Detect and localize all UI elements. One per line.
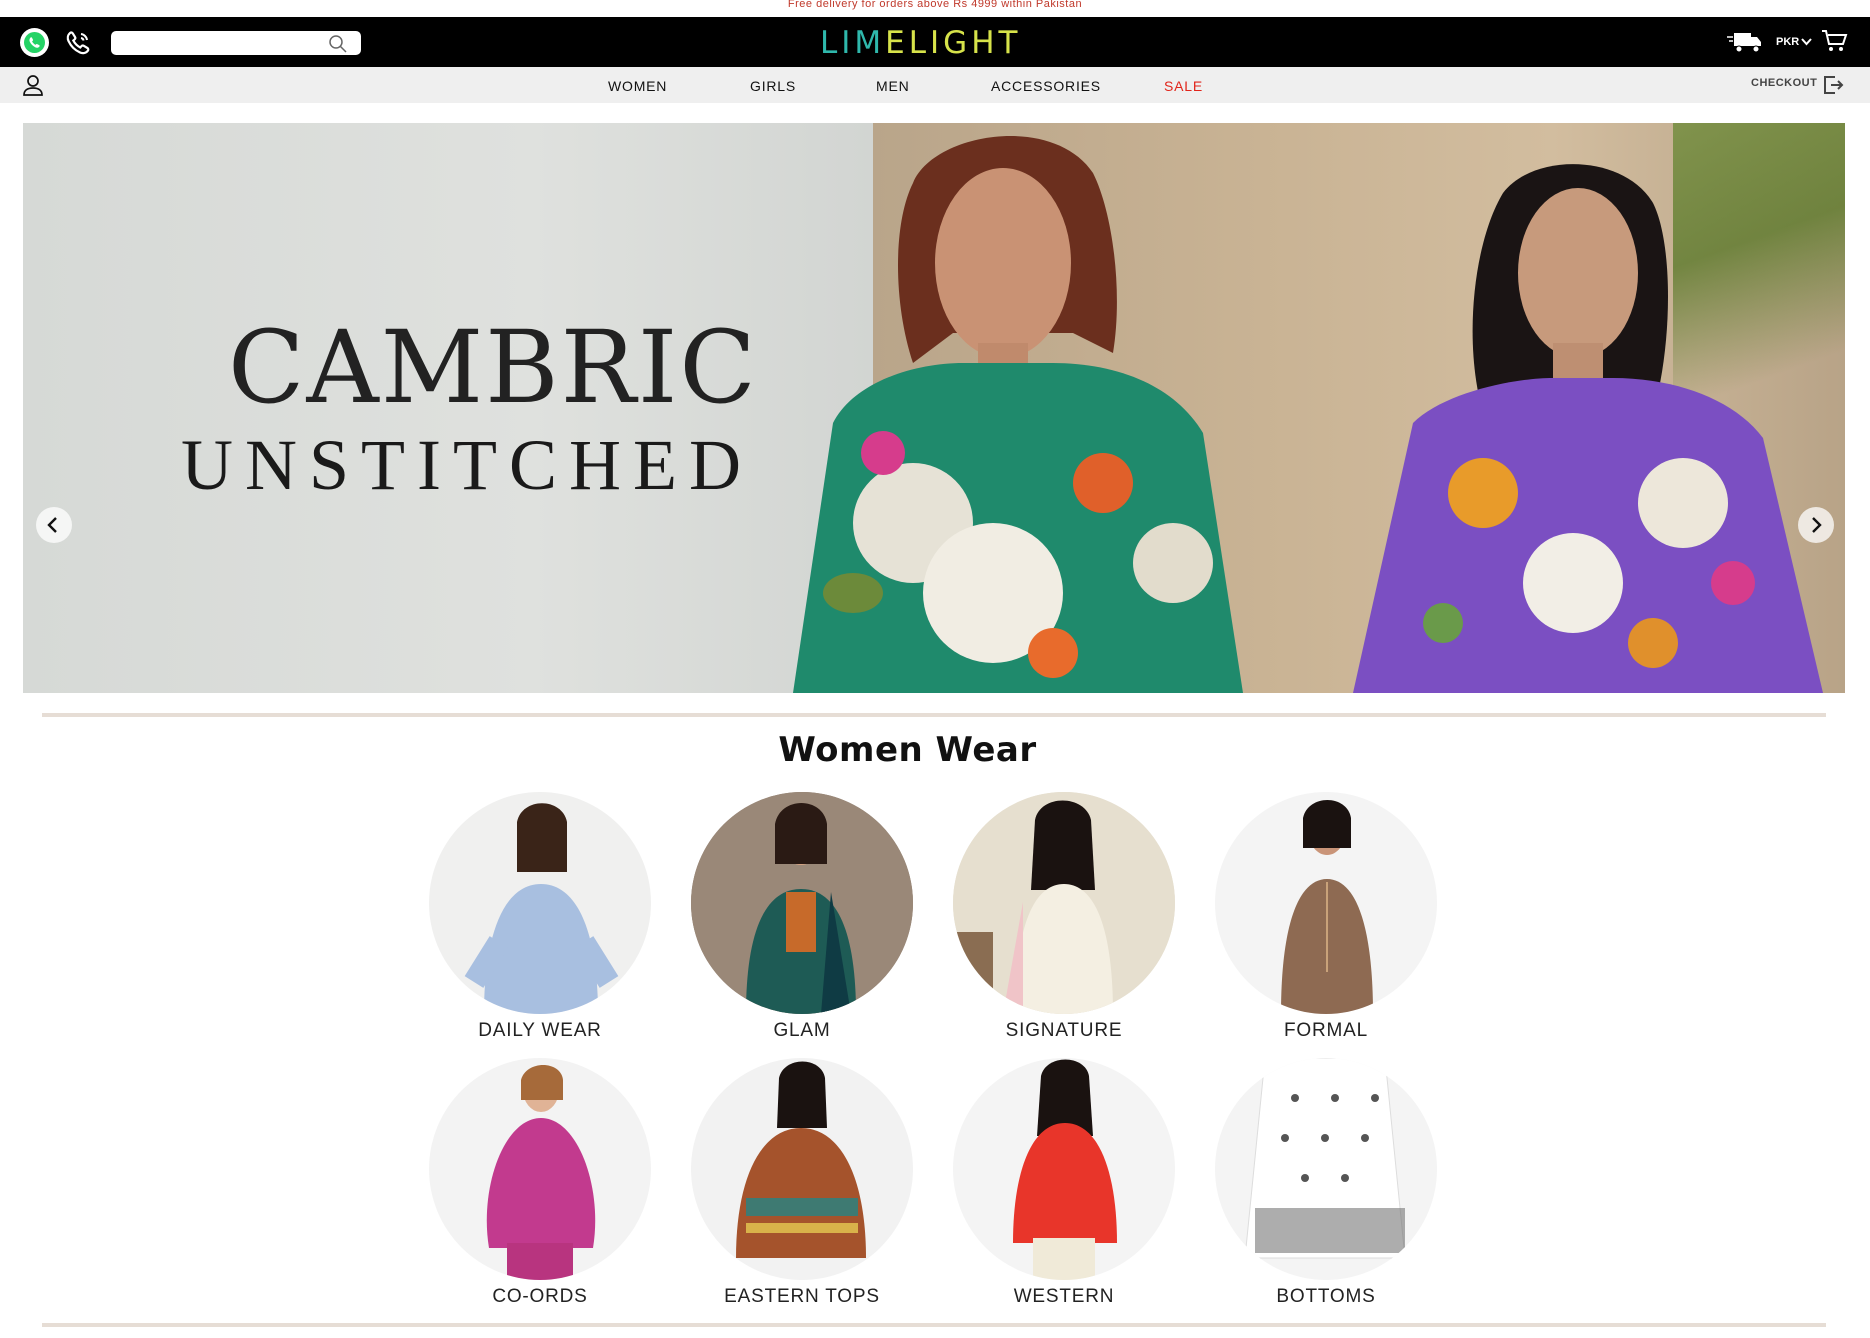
category-label: DAILY WEAR [478, 1020, 602, 1041]
search-input[interactable] [111, 31, 361, 55]
nav-women[interactable]: WOMEN [608, 67, 667, 103]
category-image [429, 792, 651, 1014]
carousel-prev-button[interactable] [36, 507, 72, 543]
nav-sale[interactable]: SALE [1164, 67, 1203, 103]
nav-accessories[interactable]: ACCESSORIES [991, 67, 1101, 103]
truck-icon[interactable] [1726, 29, 1764, 55]
section-divider-top [42, 713, 1826, 717]
search-icon[interactable] [328, 34, 348, 54]
main-nav: WOMEN GIRLS MEN ACCESSORIES SALE CHECKOU… [0, 67, 1870, 103]
category-label: WESTERN [1013, 1286, 1115, 1307]
category-label: FORMAL [1284, 1020, 1368, 1041]
category-image [691, 1058, 913, 1280]
whatsapp-icon[interactable] [20, 28, 49, 57]
category-glam[interactable]: GLAM [691, 792, 913, 1042]
carousel-next-button[interactable] [1798, 507, 1834, 543]
category-signature[interactable]: SIGNATURE [953, 792, 1175, 1042]
cart-icon[interactable] [1820, 27, 1848, 55]
nav-men[interactable]: MEN [876, 67, 910, 103]
brand-logo[interactable]: LIMELIGHT [820, 25, 1050, 61]
category-image [1215, 1058, 1437, 1280]
category-image [429, 1058, 651, 1280]
category-co-ords[interactable]: CO-ORDS [429, 1058, 651, 1308]
chevron-down-icon[interactable] [1801, 38, 1812, 46]
phone-icon[interactable] [64, 29, 92, 57]
chevron-left-icon [47, 517, 57, 533]
logo-part-1: LIM [820, 25, 886, 61]
promo-banner: Free delivery for orders above Rs 4999 w… [0, 0, 1870, 17]
hero-banner[interactable]: CAMBRIC UNSTITCHED [23, 123, 1845, 693]
user-icon[interactable] [22, 74, 44, 96]
section-divider-bottom [42, 1323, 1826, 1327]
category-formal[interactable]: FORMAL [1215, 792, 1437, 1042]
hero-model-green-outfit [793, 135, 1243, 693]
category-image [691, 792, 913, 1014]
category-western[interactable]: WESTERN [953, 1058, 1175, 1308]
logo-part-2: ELIGHT [885, 25, 1022, 61]
section-title: Women Wear [778, 730, 1037, 770]
category-daily-wear[interactable]: DAILY WEAR [429, 792, 651, 1042]
category-label: EASTERN TOPS [724, 1286, 880, 1307]
top-header: LIMELIGHT PKR [0, 17, 1870, 67]
category-image [953, 1058, 1175, 1280]
hero-model-purple-outfit [1353, 164, 1823, 693]
category-eastern-tops[interactable]: EASTERN TOPS [691, 1058, 913, 1308]
category-label: CO-ORDS [492, 1286, 588, 1307]
checkout-icon[interactable] [1822, 74, 1844, 96]
promo-text: Free delivery for orders above Rs 4999 w… [787, 0, 1083, 10]
category-bottoms[interactable]: BOTTOMS [1215, 1058, 1437, 1308]
chevron-right-icon [1812, 517, 1822, 533]
category-label: GLAM [773, 1020, 831, 1041]
hero-title-line1: CAMBRIC [228, 309, 758, 426]
nav-girls[interactable]: GIRLS [750, 67, 796, 103]
currency-selector[interactable]: PKR [1776, 34, 1799, 50]
checkout-link[interactable]: CHECKOUT [1751, 77, 1817, 89]
category-image [953, 792, 1175, 1014]
category-label: BOTTOMS [1276, 1286, 1376, 1307]
category-label: SIGNATURE [1005, 1020, 1123, 1041]
hero-title-line2: UNSTITCHED [181, 425, 753, 505]
category-image [1215, 792, 1437, 1014]
